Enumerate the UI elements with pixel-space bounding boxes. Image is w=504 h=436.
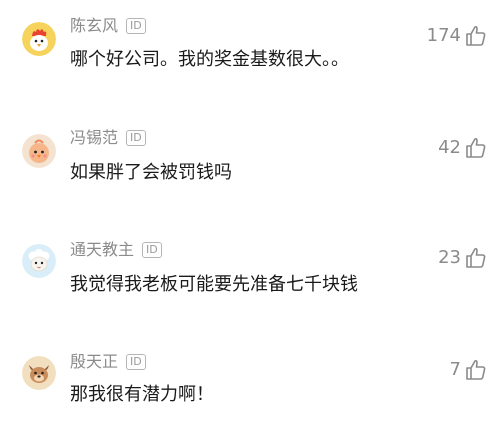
id-badge: ID bbox=[126, 354, 146, 370]
username[interactable]: 通天教主 ID bbox=[70, 240, 162, 260]
comment-list: 陈玄风 ID 哪个好公司。我的奖金基数很大。。 174 冯锡范 ID 如果胖了会… bbox=[0, 0, 504, 436]
like-button[interactable]: 42 bbox=[438, 135, 488, 161]
thumbs-up-icon bbox=[466, 137, 486, 158]
id-badge: ID bbox=[126, 18, 146, 34]
chick-icon bbox=[22, 134, 56, 168]
username[interactable]: 陈玄风 ID bbox=[70, 16, 146, 36]
comment-text: 哪个好公司。我的奖金基数很大。。 bbox=[70, 49, 349, 70]
avatar[interactable] bbox=[22, 244, 56, 278]
comment-text: 那我很有潜力啊！ bbox=[70, 384, 214, 405]
comment-item: 陈玄风 ID 哪个好公司。我的奖金基数很大。。 174 bbox=[0, 0, 504, 100]
id-badge: ID bbox=[142, 242, 162, 258]
chicken-icon bbox=[22, 22, 56, 56]
dog-icon bbox=[22, 356, 56, 390]
like-count: 7 bbox=[449, 359, 461, 380]
username[interactable]: 冯锡范 ID bbox=[70, 128, 146, 148]
sheep-icon bbox=[22, 244, 56, 278]
thumbs-up-icon bbox=[466, 247, 486, 268]
avatar[interactable] bbox=[22, 356, 56, 390]
comment-item: 通天教主 ID 我觉得我老板可能要先准备七千块钱 23 bbox=[0, 220, 504, 320]
comment-item: 殷天正 ID 那我很有潜力啊！ 7 bbox=[0, 332, 504, 432]
id-badge: ID bbox=[126, 130, 146, 146]
username[interactable]: 殷天正 ID bbox=[70, 352, 146, 372]
thumbs-up-icon bbox=[466, 25, 486, 46]
comment-text: 如果胖了会被罚钱吗 bbox=[70, 162, 232, 183]
like-count: 23 bbox=[438, 247, 461, 268]
comment-item: 冯锡范 ID 如果胖了会被罚钱吗 42 bbox=[0, 108, 504, 208]
like-count: 42 bbox=[438, 137, 461, 158]
like-count: 174 bbox=[426, 25, 461, 46]
like-button[interactable]: 174 bbox=[427, 23, 488, 49]
avatar[interactable] bbox=[22, 134, 56, 168]
like-button[interactable]: 7 bbox=[450, 357, 488, 383]
avatar[interactable] bbox=[22, 22, 56, 56]
thumbs-up-icon bbox=[466, 359, 486, 380]
like-button[interactable]: 23 bbox=[438, 245, 488, 271]
comment-text: 我觉得我老板可能要先准备七千块钱 bbox=[70, 274, 358, 295]
